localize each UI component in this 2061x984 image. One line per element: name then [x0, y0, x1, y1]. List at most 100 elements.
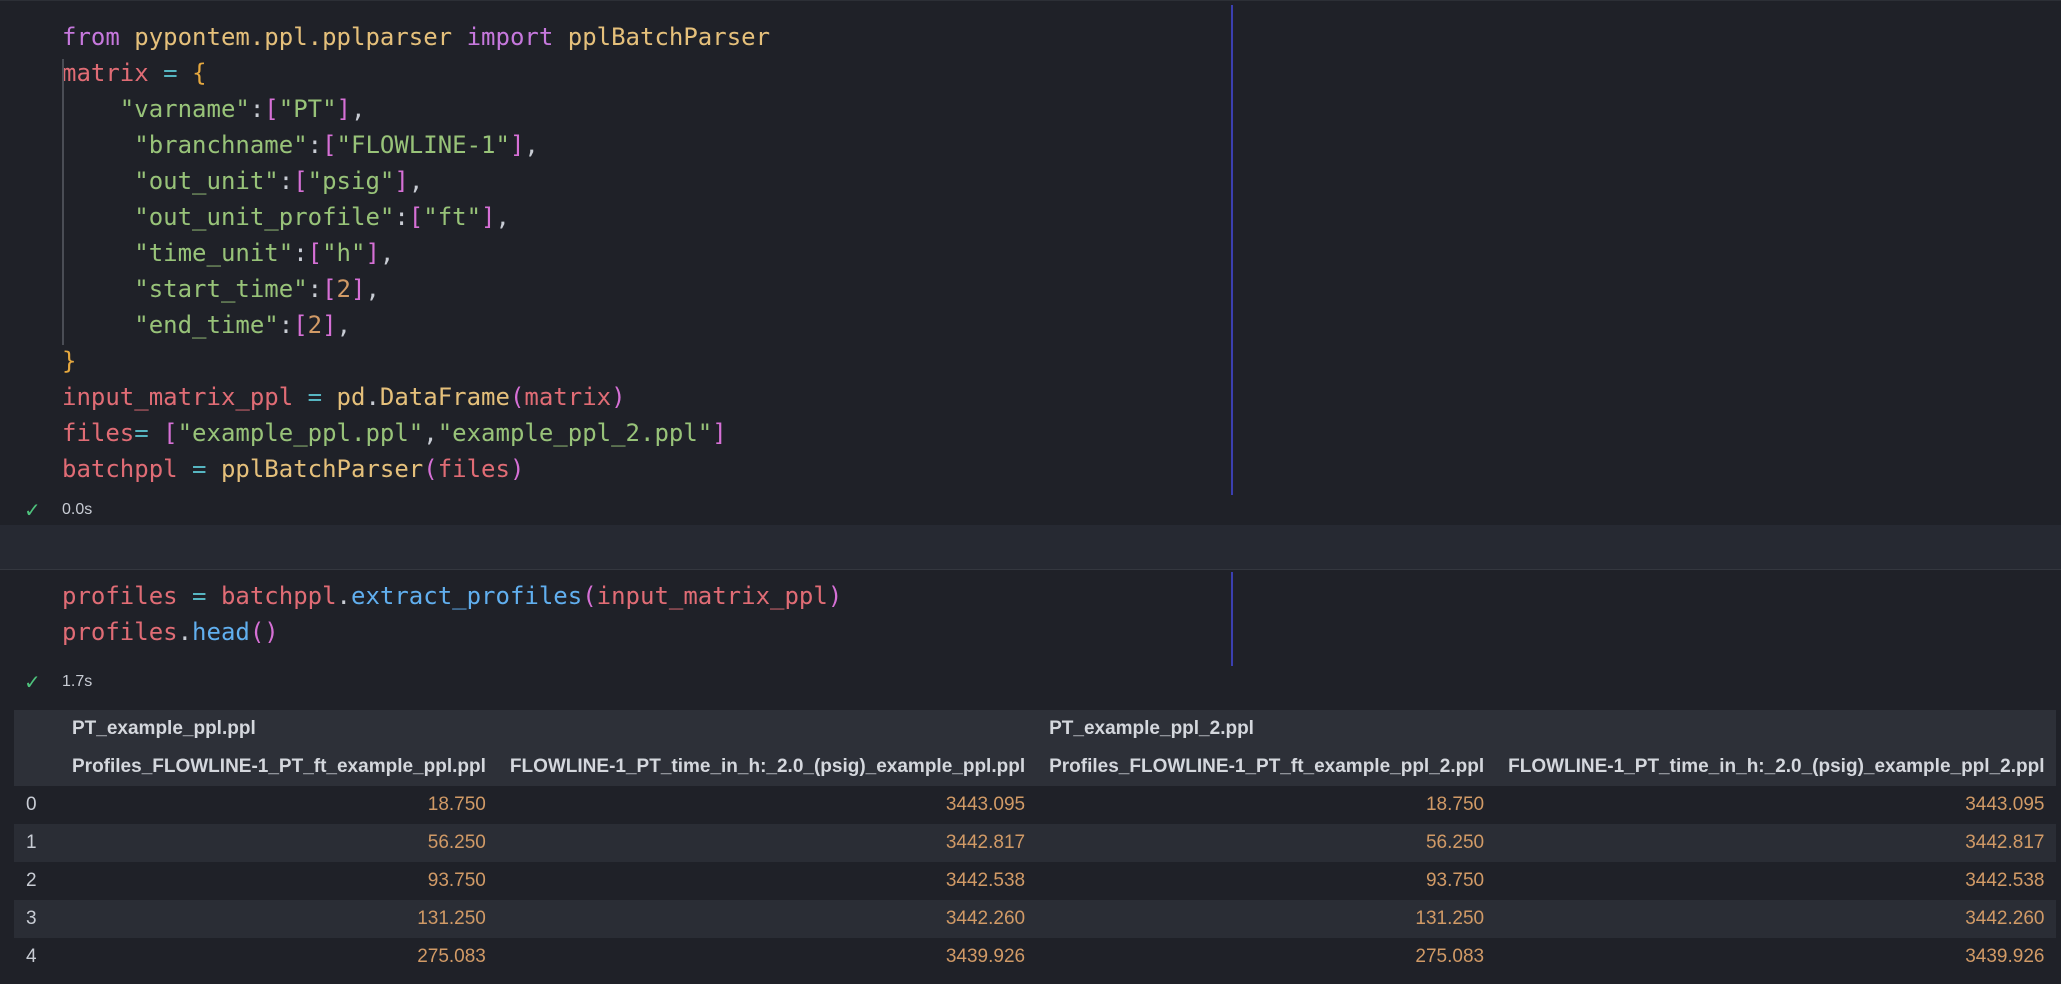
table-row: 3 131.250 3442.260 131.250 3442.260 — [14, 900, 2057, 938]
code-line[interactable]: "branchname":["FLOWLINE-1"], — [62, 127, 770, 163]
code-token: DataFrame — [379, 383, 510, 411]
table-cell: 56.250 — [427, 832, 486, 853]
code-line[interactable]: input_matrix_ppl = pd.DataFrame(matrix) — [62, 379, 770, 415]
code-token: [ — [307, 239, 323, 267]
code-token: . — [336, 582, 351, 610]
code-token: profiles — [62, 618, 178, 646]
code-token: . — [365, 383, 380, 411]
code-line[interactable]: from pypontem.ppl.pplparser import pplBa… — [62, 19, 770, 55]
table-cell: 56.250 — [1425, 832, 1485, 853]
code-line[interactable]: "out_unit":["psig"], — [62, 163, 770, 199]
code-token: ) — [509, 455, 525, 483]
table-cell: 3442.538 — [945, 870, 1026, 891]
code-token: 2 — [336, 275, 351, 303]
code-token: import — [466, 23, 568, 51]
table-row: 1 56.250 3442.817 56.250 3442.817 — [14, 824, 2057, 862]
table-cell: 18.750 — [427, 794, 486, 815]
code-line[interactable]: matrix = { — [62, 55, 770, 91]
code-token: ] — [481, 203, 496, 231]
code-token: : — [293, 239, 308, 267]
code-token: "end_time" — [134, 311, 279, 339]
code-token: "start_time" — [134, 275, 308, 303]
code-token: "PT" — [278, 95, 337, 123]
code-line[interactable]: "varname":["PT"], — [62, 91, 770, 127]
code-token: pd — [336, 383, 366, 411]
column-header: Profiles_FLOWLINE-1_PT_ft_example_ppl.pp… — [72, 756, 486, 777]
code-line[interactable]: } — [62, 343, 770, 379]
code-token: files — [437, 455, 510, 483]
index-header — [14, 710, 60, 748]
code-line[interactable]: "start_time":[2], — [62, 271, 770, 307]
column-header: FLOWLINE-1_PT_time_in_h:_2.0_(psig)_exam… — [509, 756, 1026, 777]
code-token: "example_ppl.ppl" — [177, 419, 424, 447]
code-token: batchppl — [62, 455, 193, 483]
code-token: "ft" — [423, 203, 482, 231]
code-token: ] — [322, 311, 337, 339]
code-token: profiles — [62, 582, 193, 610]
code-token: batchppl — [220, 582, 337, 610]
code-line[interactable]: "out_unit_profile":["ft"], — [62, 199, 770, 235]
code-token: : — [278, 167, 294, 195]
code-line[interactable]: "end_time":[2], — [62, 307, 770, 343]
code-token: } — [62, 347, 77, 375]
table-row: 0 18.750 3443.095 18.750 3443.095 — [14, 786, 2057, 824]
code-token: pypontem.ppl.pplparser — [134, 23, 467, 51]
row-index: 3 — [26, 908, 37, 929]
column-header: FLOWLINE-1_PT_time_in_h:_2.0_(psig)_exam… — [1508, 756, 2045, 777]
cell-separator — [0, 525, 2061, 569]
code-token: , — [423, 419, 438, 447]
code-token: , — [379, 239, 395, 267]
code-token: head — [192, 618, 250, 646]
code-token: 2 — [307, 311, 323, 339]
code-token: matrix — [524, 383, 612, 411]
code-token: ] — [509, 131, 525, 159]
code-editor[interactable]: from pypontem.ppl.pplparser import pplBa… — [62, 19, 770, 487]
table-row: 2 93.750 3442.538 93.750 3442.538 — [14, 862, 2057, 900]
table-cell: 3442.260 — [945, 908, 1026, 929]
code-token: "h" — [322, 239, 366, 267]
code-token: : — [307, 275, 323, 303]
code-line[interactable]: batchppl = pplBatchParser(files) — [62, 451, 770, 487]
code-token: : — [394, 203, 409, 231]
table-cell: 3442.260 — [1965, 908, 2045, 929]
code-editor[interactable]: profiles = batchppl.extract_profiles(inp… — [62, 578, 842, 650]
code-token: = — [134, 419, 164, 447]
code-line[interactable]: "time_unit":["h"], — [62, 235, 770, 271]
table-cell: 3442.538 — [1965, 870, 2045, 891]
code-token: , — [495, 203, 510, 231]
index-header — [14, 748, 60, 786]
table-cell: 3439.926 — [1965, 946, 2045, 967]
table-row: 4 275.083 3439.926 275.083 3439.926 — [14, 938, 2057, 976]
check-icon: ✓ — [24, 499, 41, 522]
table-cell: 3439.926 — [945, 946, 1026, 967]
code-token: "example_ppl_2.ppl" — [437, 419, 713, 447]
table-cell: 93.750 — [1425, 870, 1485, 891]
code-token: : — [249, 95, 265, 123]
code-cell-2[interactable]: profiles = batchppl.extract_profiles(inp… — [0, 569, 2061, 696]
code-token: [ — [322, 275, 337, 303]
code-line[interactable]: files= ["example_ppl.ppl","example_ppl_2… — [62, 415, 770, 451]
table-cell: 275.083 — [417, 946, 486, 967]
code-token: ] — [336, 95, 351, 123]
code-token: , — [336, 311, 352, 339]
code-token: "out_unit_profile" — [134, 203, 395, 231]
code-token: , — [524, 131, 539, 159]
ruler-line — [1231, 572, 1233, 666]
code-token: [ — [163, 419, 178, 447]
group-header-row: PT_example_ppl.ppl PT_example_ppl_2.ppl — [14, 710, 2057, 748]
code-line[interactable]: profiles.head() — [62, 614, 842, 650]
group-header: PT_example_ppl.ppl — [72, 718, 256, 739]
row-index: 2 — [26, 870, 37, 891]
code-token: . — [177, 618, 193, 646]
table-cell: 18.750 — [1425, 794, 1485, 815]
code-token: input_matrix_ppl — [596, 582, 828, 610]
code-cell-1[interactable]: from pypontem.ppl.pplparser import pplBa… — [0, 0, 2061, 526]
row-index: 1 — [26, 832, 37, 853]
code-line[interactable]: profiles = batchppl.extract_profiles(inp… — [62, 578, 842, 614]
code-token: [ — [322, 131, 337, 159]
code-token: () — [249, 618, 279, 646]
